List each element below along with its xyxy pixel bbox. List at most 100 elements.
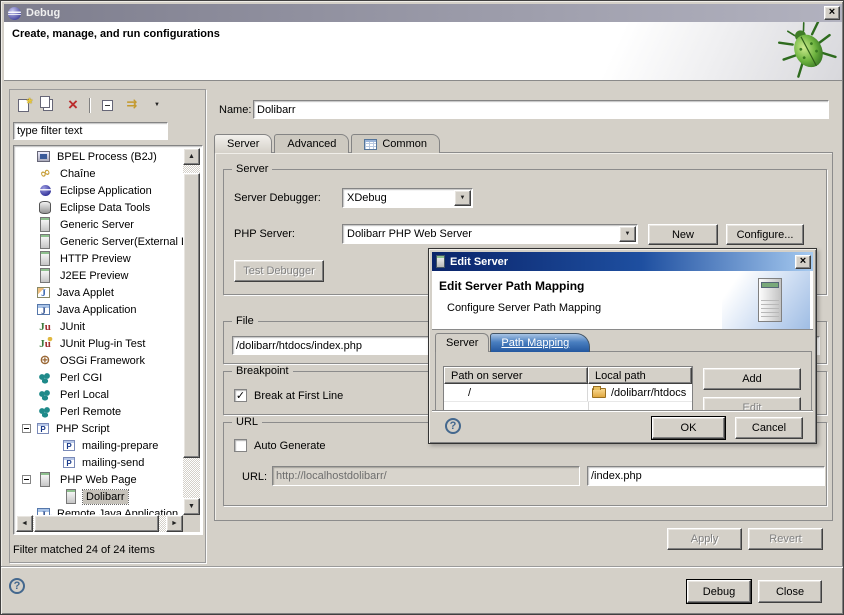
sidebar-toolbar	[13, 93, 167, 117]
php-file-icon	[63, 440, 75, 451]
tree-item[interactable]: Perl CGI	[16, 369, 183, 386]
collapse-all-icon	[102, 100, 113, 111]
perl-icon	[37, 405, 53, 419]
filter-input[interactable]	[13, 122, 168, 140]
toolbar-button[interactable]	[147, 96, 167, 115]
tree-item[interactable]: Chaîne	[16, 165, 183, 182]
scroll-down-icon[interactable]: ▼	[183, 498, 200, 515]
toolbar-button[interactable]	[13, 96, 33, 115]
expander-icon[interactable]	[22, 475, 31, 484]
tree-item[interactable]: Dolibarr	[16, 488, 183, 505]
server-debugger-value: XDebug	[343, 192, 453, 204]
configure-button[interactable]: Configure...	[726, 224, 804, 245]
php-file-icon	[63, 457, 75, 468]
tab[interactable]: Common	[351, 134, 440, 153]
toolbar-button[interactable]	[38, 96, 58, 115]
cancel-button[interactable]: Cancel	[735, 417, 803, 439]
scroll-left-icon[interactable]: ◄	[16, 515, 33, 532]
help-icon[interactable]	[445, 418, 461, 434]
dialog-title-bar[interactable]: Edit Server	[432, 252, 813, 271]
revert-button[interactable]: Revert	[748, 528, 823, 550]
tree-item[interactable]: mailing-send	[16, 454, 183, 471]
tree-item[interactable]: PHP Web Page	[16, 471, 183, 488]
help-icon[interactable]	[9, 578, 25, 594]
close-button[interactable]: Close	[758, 580, 822, 603]
scrollbar-corner	[183, 515, 200, 532]
auto-generate-label: Auto Generate	[254, 440, 326, 452]
toolbar-button[interactable]	[88, 96, 92, 115]
scroll-right-icon[interactable]: ►	[166, 515, 183, 532]
duplicate-config-icon	[40, 96, 50, 108]
database-icon	[37, 201, 53, 215]
dropdown-arrow-icon[interactable]	[454, 190, 471, 206]
dropdown-arrow-icon[interactable]	[619, 226, 636, 242]
path-mapping-panel: Path on server Local path / /dolibarr/ht…	[435, 351, 812, 412]
server-icon	[436, 255, 445, 268]
tree-item[interactable]: PHP Script	[16, 420, 183, 437]
url-base-input[interactable]	[272, 466, 580, 486]
tree-item[interactable]: Java Applet	[16, 284, 183, 301]
tree-item[interactable]: JUnit	[16, 318, 183, 335]
title-bar[interactable]: Debug	[4, 4, 842, 22]
vertical-scroll-thumb[interactable]	[183, 173, 200, 458]
apply-button[interactable]: Apply	[667, 528, 742, 550]
footer-separator	[1, 566, 844, 568]
auto-generate-checkbox[interactable]	[234, 439, 247, 452]
tree-item[interactable]: Perl Remote	[16, 403, 183, 420]
php-web-page-icon	[63, 490, 79, 504]
server-debugger-select[interactable]: XDebug	[342, 188, 473, 208]
page-title: Create, manage, and run configurations	[12, 28, 220, 40]
php-server-select[interactable]: Dolibarr PHP Web Server	[342, 224, 638, 244]
toolbar-button[interactable]	[63, 96, 83, 115]
dialog-tab[interactable]: Server	[435, 333, 489, 352]
name-input[interactable]	[253, 100, 829, 119]
configurations-tree[interactable]: BPEL Process (B2J) Chaîne Eclipse Applic…	[16, 148, 183, 515]
tab[interactable]: Advanced	[274, 134, 349, 153]
php-web-page-icon	[37, 473, 53, 487]
tree-item[interactable]: Eclipse Application	[16, 182, 183, 199]
java-application-icon	[37, 304, 50, 315]
perl-icon	[37, 371, 53, 385]
tree-item[interactable]: Perl Local	[16, 386, 183, 403]
view-menu-icon	[154, 102, 160, 108]
delete-config-icon	[68, 98, 78, 112]
java-applet-icon	[37, 287, 50, 298]
tree-item[interactable]: J2EE Preview	[16, 267, 183, 284]
tree-item[interactable]: Java Application	[16, 301, 183, 318]
tree-item[interactable]: Generic Server	[16, 216, 183, 233]
tree-item[interactable]: Eclipse Data Tools	[16, 199, 183, 216]
tree-horizontal-scrollbar[interactable]: ◄ ►	[16, 515, 183, 532]
tab[interactable]: Server	[214, 134, 272, 153]
tree-item[interactable]: HTTP Preview	[16, 250, 183, 267]
table-row[interactable]: / /dolibarr/htdocs	[444, 384, 692, 401]
server-group-legend: Server	[232, 163, 272, 175]
tree-item[interactable]: Generic Server(External La	[16, 233, 183, 250]
server-image	[722, 271, 810, 329]
horizontal-scroll-thumb[interactable]	[34, 515, 159, 532]
ok-button[interactable]: OK	[652, 417, 725, 439]
scroll-up-icon[interactable]: ▲	[183, 148, 200, 165]
tree-item[interactable]: mailing-prepare	[16, 437, 183, 454]
tree-item[interactable]: JUnit Plug-in Test	[16, 335, 183, 352]
close-icon[interactable]	[824, 6, 840, 20]
url-path-input[interactable]	[587, 466, 825, 486]
perl-icon	[37, 388, 53, 402]
close-icon[interactable]	[795, 255, 811, 269]
path-on-server-header: Path on server	[444, 367, 588, 384]
test-debugger-button[interactable]: Test Debugger	[234, 260, 324, 282]
bug-image	[776, 22, 840, 79]
bpel-process-icon	[37, 151, 50, 162]
new-button[interactable]: New	[648, 224, 718, 245]
expander-icon[interactable]	[22, 424, 31, 433]
add-button[interactable]: Add	[703, 368, 801, 390]
tree-item[interactable]: Remote Java Application	[16, 505, 183, 515]
tree-item[interactable]: OSGi Framework	[16, 352, 183, 369]
toolbar-button[interactable]	[97, 96, 117, 115]
toolbar-button[interactable]	[122, 96, 142, 115]
break-first-line-label: Break at First Line	[254, 390, 343, 402]
tree-item[interactable]: BPEL Process (B2J)	[16, 148, 183, 165]
break-first-line-checkbox[interactable]: ✓	[234, 389, 247, 402]
tree-vertical-scrollbar[interactable]: ▲ ▼	[183, 148, 200, 515]
dialog-tab[interactable]: Path Mapping	[490, 333, 590, 352]
debug-button[interactable]: Debug	[687, 580, 751, 603]
